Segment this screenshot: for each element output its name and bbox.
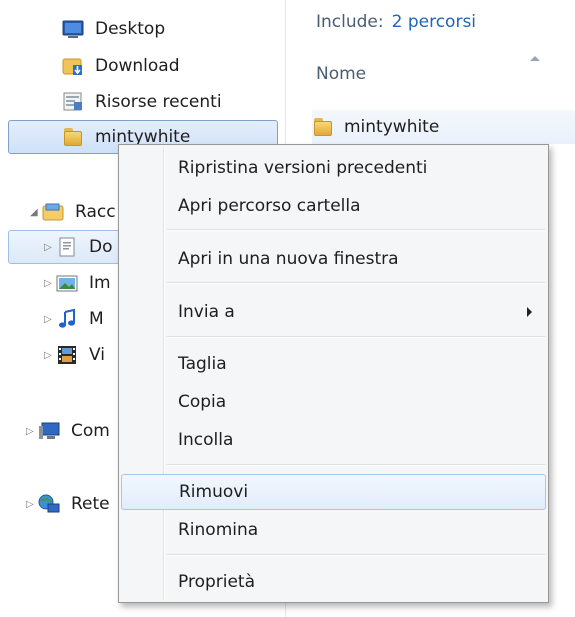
recent-places-icon (62, 91, 84, 113)
expand-arrow-icon[interactable]: ▷ (44, 314, 56, 325)
expand-arrow-icon[interactable]: ▷ (44, 278, 56, 289)
menu-item-apri-percorso[interactable]: Apri percorso cartella (121, 188, 546, 224)
menu-item-label: Apri percorso cartella (178, 196, 361, 216)
download-folder-icon (62, 55, 84, 77)
nav-item-rete[interactable]: ▷ Rete (26, 487, 110, 521)
menu-item-label: Proprietà (178, 572, 256, 592)
nav-item-label: Com (71, 421, 110, 441)
menu-separator (167, 229, 545, 231)
nav-item-video[interactable]: ▷ Vi (44, 338, 105, 372)
videos-icon (56, 344, 78, 366)
column-header-name[interactable]: Nome (316, 64, 366, 84)
desktop-icon (62, 18, 84, 40)
nav-item-raccolte[interactable]: ◢ Racc (30, 195, 116, 229)
documents-icon (56, 236, 78, 258)
menu-item-proprieta[interactable]: Proprietà (121, 564, 546, 600)
nav-item-label: Download (95, 56, 180, 76)
menu-item-label: Rinomina (178, 520, 259, 540)
context-menu: Ripristina versioni precedenti Apri perc… (118, 144, 549, 603)
expand-arrow-icon[interactable]: ▷ (26, 499, 38, 510)
nav-item-label: Desktop (95, 19, 166, 39)
nav-item-label: Do (89, 237, 113, 257)
nav-item-documenti[interactable]: ▷ Do (44, 230, 113, 264)
folder-icon (312, 116, 334, 138)
menu-item-apri-nuova-finestra[interactable]: Apri in una nuova finestra (121, 241, 546, 277)
nav-item-label: M (89, 309, 104, 329)
menu-item-label: Taglia (178, 354, 227, 374)
expand-arrow-icon[interactable]: ▷ (44, 242, 56, 253)
pictures-icon (56, 272, 78, 294)
nav-item-label: Im (89, 273, 111, 293)
expand-arrow-icon[interactable]: ▷ (26, 426, 38, 437)
music-icon (56, 308, 78, 330)
nav-item-musica[interactable]: ▷ M (44, 302, 104, 336)
menu-item-rinomina[interactable]: Rinomina (121, 512, 546, 548)
nav-item-risorse-recenti[interactable]: Risorse recenti (62, 85, 222, 119)
nav-item-label: Rete (71, 494, 110, 514)
menu-item-invia-a[interactable]: Invia a (121, 294, 546, 330)
nav-item-label: Racc (75, 202, 116, 222)
menu-item-label: Invia a (178, 302, 235, 322)
file-row-mintywhite[interactable]: mintywhite (312, 110, 575, 144)
nav-item-label: Risorse recenti (95, 92, 222, 112)
libraries-icon (42, 201, 64, 223)
menu-item-label: Ripristina versioni precedenti (178, 158, 428, 178)
menu-separator (167, 282, 545, 284)
include-locations-link[interactable]: 2 percorsi (392, 12, 476, 32)
folder-icon (62, 126, 84, 148)
expand-arrow-icon[interactable]: ▷ (44, 350, 56, 361)
menu-separator (167, 464, 545, 466)
network-icon (38, 493, 60, 515)
library-include-info: Include: 2 percorsi (316, 12, 476, 32)
include-label: Include: (316, 12, 384, 32)
expanded-arrow-icon[interactable]: ◢ (30, 207, 42, 218)
submenu-arrow-icon (527, 307, 532, 317)
nav-item-computer[interactable]: ▷ Com (26, 414, 110, 448)
menu-item-incolla[interactable]: Incolla (121, 422, 546, 458)
menu-separator (167, 554, 545, 556)
menu-item-label: Rimuovi (179, 482, 249, 502)
menu-item-label: Incolla (178, 430, 234, 450)
file-name: mintywhite (344, 117, 440, 137)
sort-ascending-icon (530, 56, 540, 61)
menu-item-label: Apri in una nuova finestra (178, 249, 399, 269)
menu-separator (167, 336, 545, 338)
menu-item-taglia[interactable]: Taglia (121, 346, 546, 382)
menu-item-ripristina-versioni[interactable]: Ripristina versioni precedenti (121, 150, 546, 186)
computer-icon (38, 420, 60, 442)
nav-item-immagini[interactable]: ▷ Im (44, 266, 111, 300)
nav-item-download[interactable]: Download (62, 49, 180, 83)
menu-item-rimuovi[interactable]: Rimuovi (121, 474, 546, 510)
menu-item-copia[interactable]: Copia (121, 384, 546, 420)
nav-item-label: Vi (89, 345, 105, 365)
nav-item-desktop[interactable]: Desktop (62, 12, 165, 46)
menu-item-label: Copia (178, 392, 227, 412)
